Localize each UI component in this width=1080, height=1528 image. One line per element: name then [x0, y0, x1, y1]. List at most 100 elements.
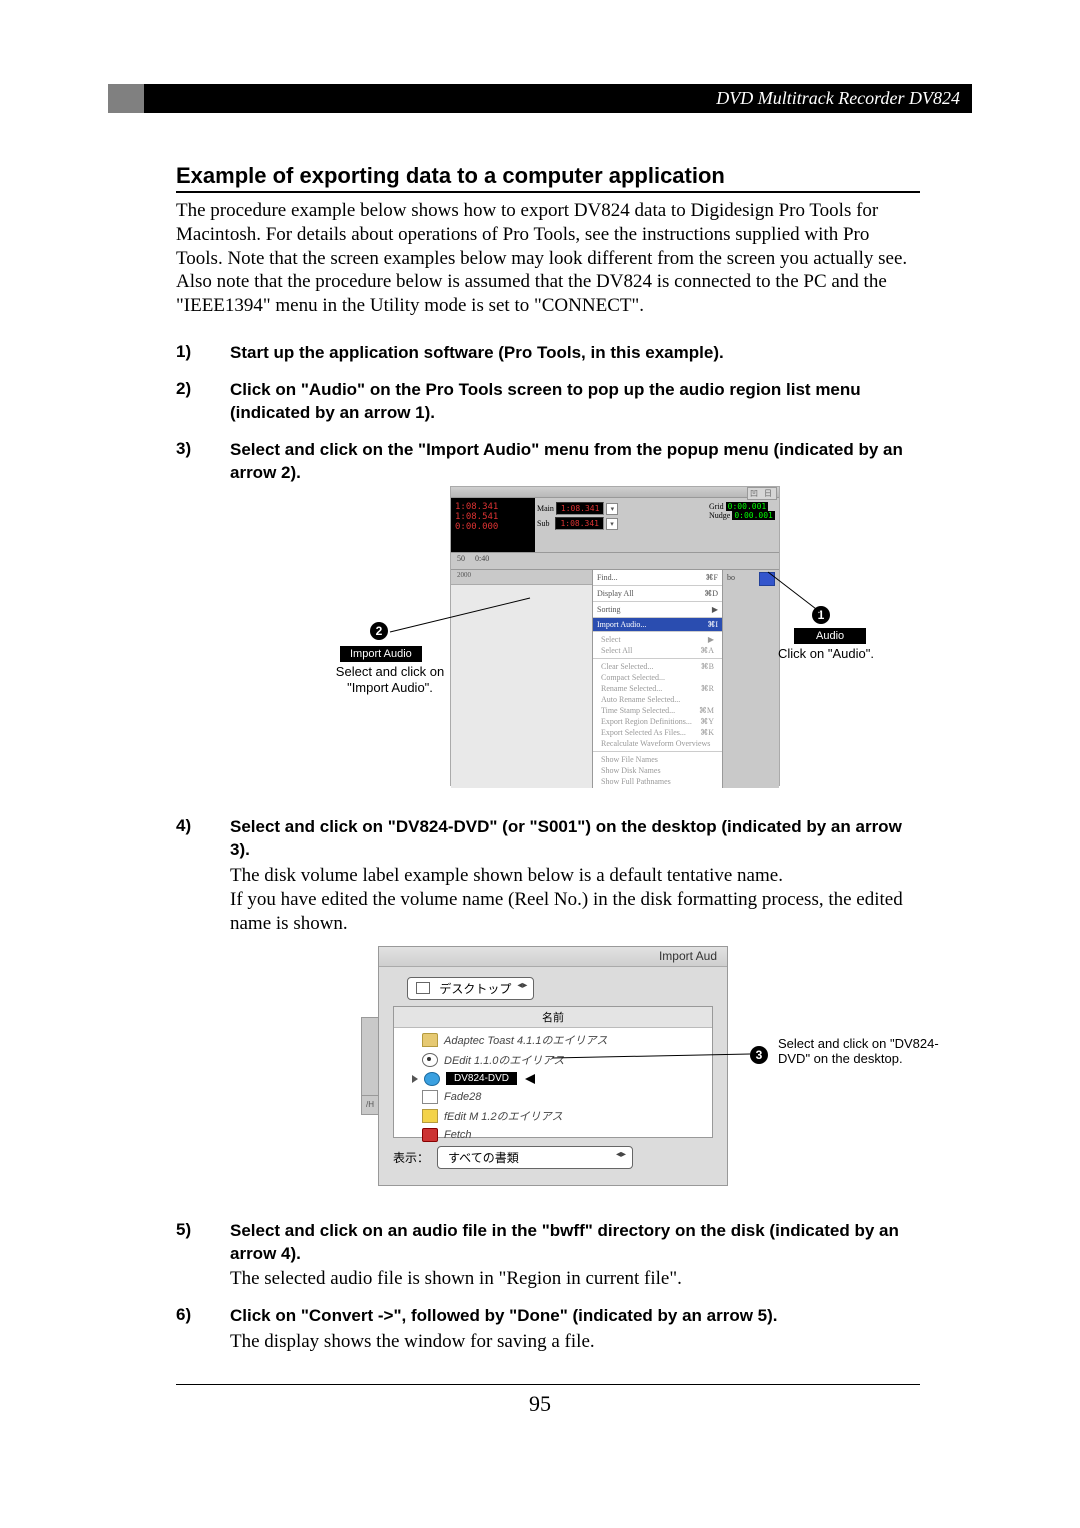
step-number: 5) [176, 1220, 230, 1292]
callout-badge-icon: 3 [750, 1046, 768, 1064]
grid-label: Grid [709, 502, 724, 511]
updown-icon: ◂▸ [616, 1149, 626, 1160]
menu-item[interactable]: Clear Selected...⌘B [597, 661, 718, 672]
page-header: DVD Multitrack Recorder DV824 [108, 84, 972, 113]
step-number: 4) [176, 816, 230, 1205]
sub-label: Sub [537, 519, 549, 528]
time-counter: 1:08.341 1:08.541 0:00.000 [451, 498, 535, 552]
menu-item[interactable]: Sorting▶ [593, 602, 722, 618]
menu-item[interactable]: Compact Selected... [597, 672, 718, 683]
menu-item[interactable]: Find...⌘F [593, 570, 722, 586]
step-text: Click on "Convert ->", followed by "Done… [230, 1305, 920, 1328]
header-accent [108, 84, 144, 113]
list-item[interactable]: fEdit M 1.2のエイリアス [394, 1106, 712, 1126]
list-item[interactable]: DEdit 1.1.0のエイリアス [394, 1050, 712, 1070]
audio-region-menu[interactable]: Find...⌘F Display All⌘D Sorting▶ [592, 570, 722, 788]
counter-line: 0:00.000 [455, 522, 531, 532]
grid-value: 0:00.001 [726, 502, 769, 511]
filter-dropdown[interactable]: すべての書類 ◂▸ [437, 1146, 633, 1169]
callout-1-label: Audio [794, 626, 866, 644]
dialog-title: Import Aud [379, 947, 727, 967]
transport-panel: Main 1:08.341 ▾ Sub 1:08.341 ▾ [535, 498, 707, 552]
grid-panel: Grid 0:00.001 Nudge 0:00.001 [707, 498, 779, 552]
callout-1-text: Click on "Audio". [778, 646, 898, 662]
window-titlebar: 凹 日 [451, 487, 779, 498]
figure-import-dialog: /H Import Aud デスクトップ ◂▸ 名前 [230, 946, 920, 1196]
callout-badge-icon: 2 [370, 622, 388, 640]
callout-3: 3 [750, 1046, 768, 1064]
import-audio-dialog: /H Import Aud デスクトップ ◂▸ 名前 [378, 946, 728, 1186]
updown-icon: ◂▸ [517, 980, 527, 991]
nudge-value: 0:00.001 [732, 511, 775, 520]
list-item[interactable]: Adaptec Toast 4.1.1のエイリアス [394, 1030, 712, 1050]
show-label: 表示： [393, 1149, 429, 1166]
callout-badge-icon: 1 [812, 606, 830, 624]
menu-item[interactable]: Select▶ [597, 634, 718, 645]
menu-item[interactable]: Export Selected As Files...⌘K [597, 727, 718, 738]
menu-item[interactable]: Display All⌘D [593, 586, 722, 602]
app-icon [422, 1053, 438, 1067]
section-title: Example of exporting data to a computer … [176, 163, 920, 193]
step-text: Select and click on "DV824-DVD" (or "S00… [230, 816, 920, 862]
step-number: 6) [176, 1305, 230, 1354]
callout-2: 2 [370, 622, 388, 640]
column-header: 名前 [394, 1007, 712, 1028]
step-description: The selected audio file is shown in "Reg… [230, 1267, 920, 1291]
main-label: Main [537, 504, 554, 513]
menu-item[interactable]: Select All⌘A [597, 645, 718, 656]
list-item[interactable]: Fetch [394, 1126, 712, 1144]
dropdown-icon: ▾ [606, 518, 618, 530]
menu-item[interactable]: Show File Names [597, 754, 718, 765]
menu-item[interactable]: Export Region Definitions...⌘Y [597, 716, 718, 727]
timeline-area: 2000 [451, 570, 592, 788]
step-text: Select and click on the "Import Audio" m… [230, 439, 920, 485]
dialog-side-tab: /H [361, 1095, 378, 1115]
figure-protools-menu: 凹 日 1:08.341 1:08.541 0:00.000 [230, 486, 920, 796]
pointer-arrow-icon [525, 1074, 535, 1084]
audio-regions-panel: bo [722, 570, 779, 788]
ruler-bar: 50 0:40 [451, 552, 779, 570]
counter-line: 1:08.541 [455, 512, 531, 522]
callout-2-text: Select and click on "Import Audio". [320, 664, 460, 695]
main-value: 1:08.341 [556, 502, 605, 515]
location-dropdown[interactable]: デスクトップ ◂▸ [407, 977, 534, 1000]
menu-item-import-audio[interactable]: Import Audio...⌘I [593, 618, 722, 631]
menu-item[interactable]: Recalculate Waveform Overviews [597, 738, 718, 749]
step-text: Start up the application software (Pro T… [230, 342, 920, 365]
protools-window: 凹 日 1:08.341 1:08.541 0:00.000 [450, 486, 780, 786]
intro-paragraph: The procedure example below shows how to… [176, 199, 920, 318]
menu-item[interactable]: Show Disk Names [597, 765, 718, 776]
step-number: 2) [176, 379, 230, 425]
nudge-label: Nudge [709, 511, 730, 520]
folder-icon [422, 1033, 438, 1047]
sub-value: 1:08.341 [555, 517, 604, 530]
list-item-dv824-dvd[interactable]: DV824-DVD [394, 1070, 712, 1088]
footer-rule [176, 1384, 920, 1385]
step-number: 1) [176, 342, 230, 365]
app-icon [422, 1109, 438, 1123]
dropdown-icon: ▾ [606, 503, 618, 515]
page-number: 95 [108, 1391, 972, 1417]
callout-3-text: Select and click on "DV824-DVD" on the d… [778, 1036, 968, 1067]
panel-label: bo [727, 573, 735, 582]
audio-tab-button[interactable] [759, 572, 775, 586]
file-icon [422, 1090, 438, 1104]
list-item[interactable]: Fade28 [394, 1088, 712, 1106]
procedure-steps: 1) Start up the application software (Pr… [176, 342, 920, 1354]
menu-item[interactable]: Rename Selected...⌘R [597, 683, 718, 694]
step-number: 3) [176, 439, 230, 803]
menu-item[interactable]: Time Stamp Selected...⌘M [597, 705, 718, 716]
step-text: Click on "Audio" on the Pro Tools screen… [230, 379, 920, 425]
counter-line: 1:08.341 [455, 502, 531, 512]
step-description: The disk volume label example shown belo… [230, 864, 920, 935]
window-buttons-icon: 凹 日 [747, 487, 777, 500]
menu-item[interactable]: Auto Rename Selected... [597, 694, 718, 705]
disclosure-triangle-icon [412, 1075, 418, 1083]
callout-1: 1 [812, 606, 830, 624]
disc-icon [424, 1072, 440, 1086]
step-description: The display shows the window for saving … [230, 1330, 920, 1354]
step-text: Select and click on an audio file in the… [230, 1220, 920, 1266]
app-icon [422, 1128, 438, 1142]
menu-item[interactable]: Show Full Pathnames [597, 776, 718, 787]
header-title: DVD Multitrack Recorder DV824 [144, 84, 972, 113]
